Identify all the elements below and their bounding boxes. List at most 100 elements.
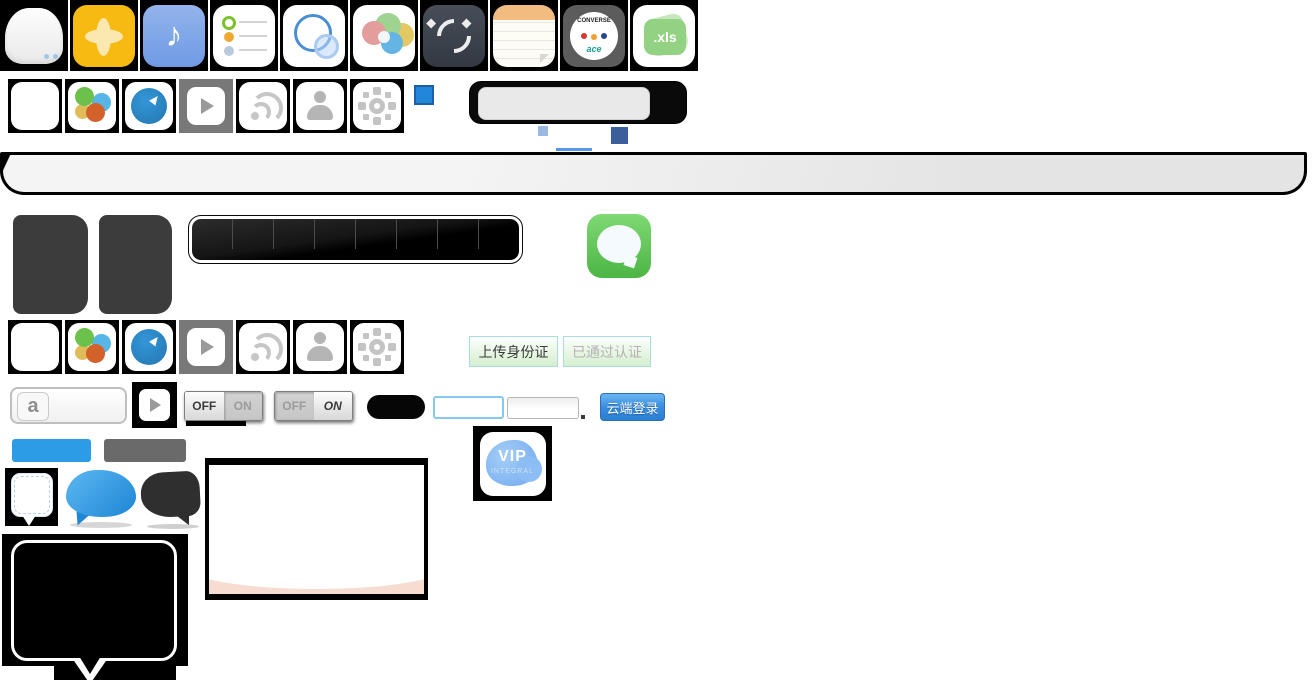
play-button[interactable] bbox=[139, 389, 170, 421]
brand-color-dots bbox=[581, 33, 587, 39]
dark-card bbox=[13, 215, 88, 314]
app-tile: ♪ bbox=[140, 0, 208, 71]
outlined-bubble-tail-fill bbox=[79, 656, 101, 674]
white-box-matte bbox=[205, 458, 428, 600]
vip-badge[interactable]: VIP INTEGRAL bbox=[480, 432, 546, 496]
sprite-fragment-navy bbox=[611, 127, 628, 144]
blue-rings-icon[interactable] bbox=[283, 5, 345, 67]
app-tile bbox=[0, 0, 68, 71]
gray-button-blank[interactable] bbox=[104, 439, 186, 462]
blue-square-swatch bbox=[414, 85, 434, 105]
small-icon-row-top bbox=[8, 79, 404, 133]
small-tile bbox=[236, 79, 290, 133]
toggle-switch-off[interactable]: OFF ON bbox=[184, 391, 263, 421]
small-tile bbox=[122, 79, 176, 133]
outlined-bubble-matte bbox=[2, 534, 188, 666]
bar-segment bbox=[315, 219, 356, 249]
play-icon[interactable] bbox=[187, 328, 225, 366]
app-tile bbox=[490, 0, 558, 71]
flower-photos-icon[interactable] bbox=[73, 5, 135, 67]
white-bag-icon[interactable] bbox=[5, 8, 63, 64]
cloud-login-button[interactable]: 云端登录 bbox=[600, 393, 665, 421]
outlined-speech-bubble bbox=[11, 540, 177, 661]
small-tile bbox=[122, 320, 176, 374]
reminders-list-icon[interactable] bbox=[213, 5, 275, 67]
black-search-bar[interactable] bbox=[469, 81, 687, 124]
sprite-fragment-blueline bbox=[556, 148, 592, 151]
game-circles-icon[interactable] bbox=[68, 82, 116, 130]
sync-refresh-icon[interactable] bbox=[423, 5, 485, 67]
game-circles-icon[interactable] bbox=[68, 323, 116, 371]
verified-button[interactable]: 已通过认证 bbox=[563, 336, 651, 367]
small-tile-gray bbox=[179, 320, 233, 374]
small-tile bbox=[8, 320, 62, 374]
text-input[interactable] bbox=[507, 397, 579, 419]
xls-label: .xls bbox=[644, 19, 686, 55]
upload-id-button[interactable]: 上传身份证 bbox=[469, 336, 558, 367]
small-tile bbox=[350, 79, 404, 133]
search-field[interactable] bbox=[478, 87, 650, 120]
black-pill bbox=[367, 395, 425, 419]
white-bubble-tail bbox=[22, 515, 36, 526]
toggle-off-label[interactable]: OFF bbox=[185, 392, 224, 420]
notes-pad-icon[interactable] bbox=[493, 5, 555, 67]
toggle-on-label[interactable]: ON bbox=[314, 392, 353, 420]
rss-icon[interactable] bbox=[239, 82, 287, 130]
play-icon[interactable] bbox=[187, 87, 225, 125]
toggle-on-label[interactable]: ON bbox=[224, 392, 263, 420]
app-icon-row: ♪ CONVERSE ace .xls bbox=[0, 0, 698, 71]
vip-subtitle: INTEGRAL bbox=[480, 468, 546, 475]
vip-title: VIP bbox=[480, 448, 546, 466]
brand-bottom-text: ace bbox=[563, 44, 625, 54]
app-tile bbox=[420, 0, 488, 71]
play-button-tile bbox=[132, 382, 177, 428]
blank-tile-icon[interactable] bbox=[11, 323, 59, 371]
excel-export-icon[interactable]: .xls bbox=[633, 5, 695, 67]
pink-curve-overlay bbox=[209, 543, 424, 589]
app-tile bbox=[350, 0, 418, 71]
blue-speech-bubble bbox=[66, 470, 136, 517]
music-note-icon[interactable]: ♪ bbox=[143, 5, 205, 67]
app-tile: CONVERSE ace bbox=[560, 0, 628, 71]
small-tile bbox=[350, 320, 404, 374]
contact-person-icon[interactable] bbox=[296, 82, 344, 130]
contact-person-icon[interactable] bbox=[296, 323, 344, 371]
app-tile bbox=[70, 0, 138, 71]
small-icon-row-bottom bbox=[8, 320, 404, 374]
bar-segment bbox=[233, 219, 274, 249]
dark-card bbox=[99, 215, 172, 314]
resize-dot bbox=[581, 415, 585, 419]
toggle-off-label[interactable]: OFF bbox=[275, 392, 314, 420]
settings-gear-icon[interactable] bbox=[353, 82, 401, 130]
vip-badge-tile: VIP INTEGRAL bbox=[473, 426, 552, 501]
brand-collage-icon[interactable]: CONVERSE ace bbox=[563, 5, 625, 67]
white-speech-bubble bbox=[11, 473, 53, 517]
small-tile bbox=[65, 79, 119, 133]
text-input-focused[interactable] bbox=[433, 396, 504, 419]
small-tile bbox=[8, 79, 62, 133]
search-glyph-icon: a bbox=[17, 392, 49, 421]
settings-gear-icon[interactable] bbox=[353, 323, 401, 371]
segmented-black-bar bbox=[189, 216, 522, 263]
green-message-icon[interactable] bbox=[587, 214, 651, 278]
app-tile: .xls bbox=[630, 0, 698, 71]
search-input[interactable]: a bbox=[10, 387, 127, 424]
small-tile bbox=[293, 79, 347, 133]
sprite-fragment-lightblue bbox=[538, 126, 548, 136]
small-tile bbox=[65, 320, 119, 374]
small-tile bbox=[236, 320, 290, 374]
toggle-switch-on[interactable]: OFF ON bbox=[274, 391, 353, 421]
blank-tile-icon[interactable] bbox=[11, 82, 59, 130]
white-panel bbox=[209, 465, 424, 594]
clock-icon[interactable] bbox=[125, 82, 173, 130]
bar-segment bbox=[356, 219, 397, 249]
blue-button-blank[interactable] bbox=[12, 439, 91, 462]
white-bubble-tile bbox=[5, 468, 58, 526]
bar-segment bbox=[192, 219, 233, 249]
clock-icon[interactable] bbox=[125, 323, 173, 371]
small-tile bbox=[293, 320, 347, 374]
toggle-shadow-fragment bbox=[186, 421, 246, 426]
chat-bubbles-icon[interactable] bbox=[353, 5, 415, 67]
brand-top-text: CONVERSE bbox=[563, 18, 625, 24]
rss-icon[interactable] bbox=[239, 323, 287, 371]
